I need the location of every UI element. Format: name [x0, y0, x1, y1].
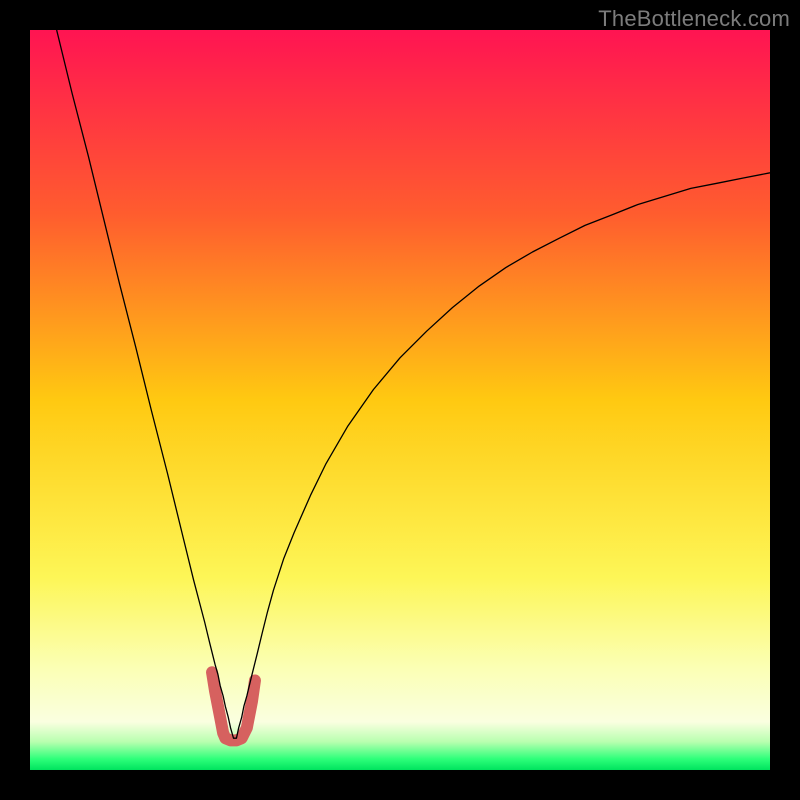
chart-frame: [30, 30, 770, 770]
chart-background: [30, 30, 770, 770]
watermark-text: TheBottleneck.com: [598, 6, 790, 32]
